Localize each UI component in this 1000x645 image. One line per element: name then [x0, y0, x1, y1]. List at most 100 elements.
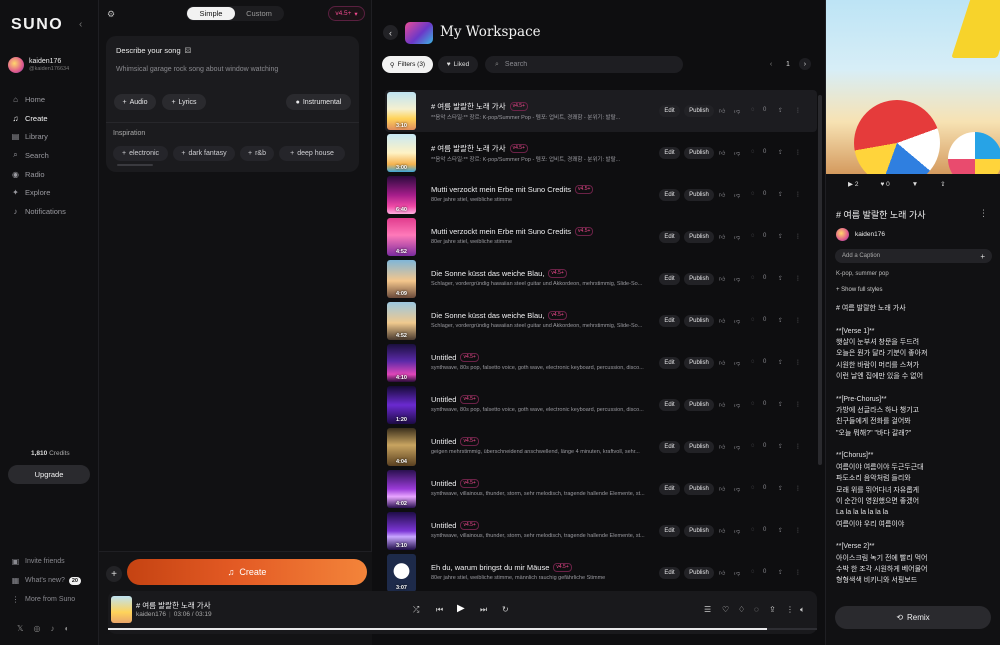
- publish-button[interactable]: Publish: [684, 231, 714, 243]
- upgrade-button[interactable]: Upgrade: [8, 465, 90, 484]
- song-thumbnail[interactable]: 4:52: [387, 218, 416, 256]
- share-icon[interactable]: ⇪: [778, 401, 783, 408]
- dislike-icon[interactable]: 👎︎: [734, 191, 740, 199]
- comment-icon[interactable]: ◌: [754, 605, 759, 614]
- dislike-icon[interactable]: 👎︎: [734, 107, 740, 115]
- nav-item-radio[interactable]: ◉ Radio: [11, 165, 66, 184]
- edit-button[interactable]: Edit: [659, 147, 680, 159]
- song-row[interactable]: 3:10 # 여름 발랄한 노래 가사 v4.5+ **음악 스타일:** 장르: K…: [385, 90, 817, 132]
- publish-button[interactable]: Publish: [684, 273, 714, 285]
- song-row[interactable]: 4:04 Untitled v4.5+ geigen mehrstimmig, übe…: [385, 426, 817, 468]
- nav-item-library[interactable]: ▤ Library: [11, 127, 66, 146]
- add-lyrics-button[interactable]: + Lyrics: [162, 94, 206, 110]
- like-icon[interactable]: 👍︎: [719, 401, 725, 409]
- edit-button[interactable]: Edit: [659, 567, 680, 579]
- comment-icon[interactable]: ◌: [751, 191, 755, 197]
- song-thumbnail[interactable]: 3:10: [387, 512, 416, 550]
- play-count[interactable]: ▶ 2: [848, 180, 858, 188]
- song-row[interactable]: 6:40 Mutti verzockt mein Erbe mit Suno Cr…: [385, 174, 817, 216]
- song-thumbnail[interactable]: 3:00: [387, 134, 416, 172]
- share-icon[interactable]: ⇪: [778, 149, 783, 156]
- more-vertical-icon[interactable]: ⋮: [795, 149, 801, 156]
- publish-button[interactable]: Publish: [684, 399, 714, 411]
- comment-icon[interactable]: ◌: [751, 107, 755, 113]
- inspiration-tag[interactable]: + r&b: [240, 146, 274, 161]
- like-icon[interactable]: ♡: [722, 605, 729, 614]
- nav-item-notifications[interactable]: ♪ Notifications: [11, 202, 66, 221]
- more-vertical-icon[interactable]: ⋮: [795, 443, 801, 450]
- inspiration-tag[interactable]: + electronic: [113, 146, 168, 161]
- like-icon[interactable]: 👍︎: [719, 569, 725, 577]
- song-thumbnail[interactable]: 3:07: [387, 554, 416, 592]
- volume-icon[interactable]: 🔈︎: [800, 605, 805, 615]
- collapse-sidebar-icon[interactable]: ‹: [79, 19, 82, 30]
- share-icon[interactable]: ⇪: [778, 107, 783, 114]
- dislike-icon[interactable]: 👎︎: [734, 149, 740, 157]
- like-icon[interactable]: 👍︎: [719, 233, 725, 241]
- dislike-icon[interactable]: 👎︎: [734, 233, 740, 241]
- like-icon[interactable]: 👍︎: [719, 149, 725, 157]
- song-row[interactable]: 3:10 Untitled v4.5+ synthwave, villainous, …: [385, 510, 817, 552]
- more-vertical-icon[interactable]: ⋮: [795, 485, 801, 492]
- song-row[interactable]: 4:52 Die Sonne küsst das weiche Blau, v4.5…: [385, 300, 817, 342]
- mode-simple-tab[interactable]: Simple: [187, 7, 235, 20]
- like-icon[interactable]: 👍︎: [719, 443, 725, 451]
- queue-icon[interactable]: ☰: [704, 605, 711, 614]
- publish-button[interactable]: Publish: [684, 567, 714, 579]
- version-selector[interactable]: v4.5+ ▾: [328, 6, 365, 21]
- comment-icon[interactable]: ◌: [751, 317, 755, 323]
- mode-custom-tab[interactable]: Custom: [235, 7, 283, 20]
- more-vertical-icon[interactable]: ⋮: [795, 359, 801, 366]
- share-icon[interactable]: ⇪: [940, 180, 945, 188]
- back-button[interactable]: ‹: [383, 25, 398, 40]
- share-icon[interactable]: ⇪: [778, 527, 783, 534]
- song-title[interactable]: # 여름 발랄한 노래 가사 v4.5+: [431, 101, 528, 112]
- x-icon[interactable]: 𝕏: [17, 624, 23, 633]
- like-count[interactable]: ♥ 0: [880, 181, 889, 188]
- more-vertical-icon[interactable]: ⋮: [795, 527, 801, 534]
- edit-button[interactable]: Edit: [659, 231, 680, 243]
- add-button[interactable]: +: [106, 566, 122, 582]
- inspiration-tag[interactable]: + dark fantasy: [173, 146, 235, 161]
- comment-icon[interactable]: ◌: [751, 359, 755, 365]
- suno-logo[interactable]: SUNO: [11, 16, 63, 34]
- nav-item-explore[interactable]: ✦ Explore: [11, 183, 66, 202]
- player-cover[interactable]: [111, 596, 132, 623]
- dice-icon[interactable]: ⚄: [185, 46, 192, 55]
- share-icon[interactable]: ⇪: [778, 443, 783, 450]
- nav-item-search[interactable]: ⌕ Search: [11, 146, 66, 165]
- search-input[interactable]: [504, 61, 655, 68]
- like-icon[interactable]: 👍︎: [719, 527, 725, 535]
- song-author[interactable]: kaiden176: [836, 228, 885, 241]
- dislike-icon[interactable]: 👎︎: [734, 485, 740, 493]
- like-icon[interactable]: 👍︎: [719, 359, 725, 367]
- previous-icon[interactable]: ⏮: [436, 605, 443, 615]
- song-row[interactable]: 1:20 Untitled v4.5+ synthwave, 80s pop, fal…: [385, 384, 817, 426]
- edit-button[interactable]: Edit: [659, 399, 680, 411]
- caption-input[interactable]: Add a Caption +: [835, 249, 992, 263]
- discord-icon[interactable]: ◐: [64, 624, 69, 633]
- player-artist[interactable]: kaiden176: [136, 611, 166, 618]
- comment-icon[interactable]: ◌: [751, 443, 755, 449]
- publish-button[interactable]: Publish: [684, 189, 714, 201]
- more-vertical-icon[interactable]: ⋮: [979, 208, 988, 219]
- share-icon[interactable]: ⇪: [778, 359, 783, 366]
- play-icon[interactable]: ▶: [457, 603, 465, 614]
- dislike-icon[interactable]: 👎︎: [734, 275, 740, 283]
- song-list-scrollbar[interactable]: [818, 95, 822, 465]
- edit-button[interactable]: Edit: [659, 189, 680, 201]
- song-title[interactable]: # 여름 발랄한 노래 가사 v4.5+: [431, 143, 528, 154]
- share-icon[interactable]: ⇪: [778, 233, 783, 240]
- song-row[interactable]: 4:10 Untitled v4.5+ synthwave, 80s pop, fal…: [385, 342, 817, 384]
- comment-icon[interactable]: ◌: [751, 275, 755, 281]
- share-icon[interactable]: ⇪: [778, 191, 783, 198]
- prev-page-icon[interactable]: ‹: [765, 58, 777, 70]
- comment-icon[interactable]: ◌: [751, 527, 755, 533]
- dislike-icon[interactable]: 👎︎: [734, 317, 740, 325]
- share-icon[interactable]: ⇪: [778, 275, 783, 282]
- like-icon[interactable]: 👍︎: [719, 107, 725, 115]
- song-row[interactable]: 4:09 Die Sonne küsst das weiche Blau, v4.5…: [385, 258, 817, 300]
- next-page-icon[interactable]: ›: [798, 58, 811, 70]
- song-thumbnail[interactable]: 3:10: [387, 92, 416, 130]
- dislike-icon[interactable]: ♢: [738, 605, 745, 614]
